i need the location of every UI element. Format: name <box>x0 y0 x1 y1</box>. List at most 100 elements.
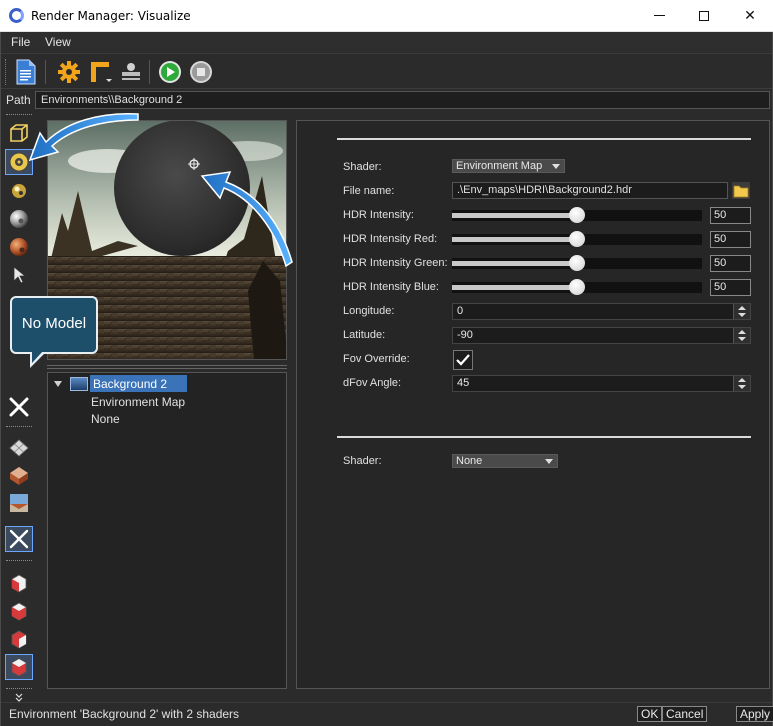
hdr-intensity-red-slider[interactable] <box>452 231 702 247</box>
view-cube-button-1[interactable] <box>5 570 33 596</box>
frame-icon <box>91 62 112 82</box>
environment-tree: Background 2 Environment Map None <box>47 372 287 689</box>
backdrop-button[interactable] <box>5 490 33 516</box>
longitude-spinbox[interactable]: 0 <box>452 303 751 320</box>
no-model-button[interactable] <box>5 394 33 420</box>
hdr-intensity-value[interactable]: 50 <box>710 207 751 224</box>
tree-expand-icon[interactable] <box>54 381 62 387</box>
latitude-spinbox[interactable]: -90 <box>452 327 751 344</box>
view-cube-button-3[interactable] <box>5 626 33 652</box>
hdr-intensity-blue-slider[interactable] <box>452 279 702 295</box>
spin-buttons[interactable] <box>733 328 750 343</box>
backdrop-icon <box>10 494 28 512</box>
spin-up-icon[interactable] <box>738 378 746 382</box>
slider-thumb[interactable] <box>569 255 585 271</box>
splitter-handle[interactable] <box>47 365 287 369</box>
slider-thumb[interactable] <box>569 207 585 223</box>
floor-tile-button[interactable] <box>5 462 33 488</box>
tree-item-none[interactable]: None <box>91 412 120 426</box>
spin-up-icon[interactable] <box>738 330 746 334</box>
grid-plane-icon <box>9 439 29 457</box>
slider-thumb[interactable] <box>569 231 585 247</box>
spin-buttons[interactable] <box>733 304 750 319</box>
slider-thumb[interactable] <box>569 279 585 295</box>
slider-fill <box>452 285 577 290</box>
spin-down-icon[interactable] <box>738 337 746 341</box>
apply-button[interactable]: Apply <box>736 706 773 722</box>
ok-button[interactable]: OK <box>637 706 663 722</box>
left-toolbar <box>1 114 39 704</box>
properties-panel: Shader: Environment Map File name: .\Env… <box>296 120 770 689</box>
play-icon <box>159 61 181 83</box>
close-button[interactable]: ✕ <box>727 0 773 31</box>
slider-fill <box>452 213 577 218</box>
hdr-intensity-red-label: HDR Intensity Red: <box>343 233 438 245</box>
path-field[interactable]: Environments\\Background 2 <box>35 91 770 109</box>
stop-icon <box>190 61 212 83</box>
title-bar: Render Manager: Visualize ✕ <box>0 0 773 32</box>
render-stamp-button[interactable] <box>117 58 145 86</box>
file-name-field[interactable]: .\Env_maps\HDRI\Background2.hdr <box>452 182 728 199</box>
cube-outline-icon <box>10 124 28 142</box>
hdr-intensity-green-value[interactable]: 50 <box>710 255 751 272</box>
hdr-intensity-green-label: HDR Intensity Green: <box>343 257 448 269</box>
fov-override-label: Fov Override: <box>343 353 410 365</box>
chrome-material-button[interactable] <box>5 206 33 232</box>
spin-down-icon[interactable] <box>738 385 746 389</box>
material-button[interactable] <box>5 178 33 204</box>
tree-item-environment-map[interactable]: Environment Map <box>91 395 185 409</box>
status-text: Environment 'Background 2' with 2 shader… <box>9 707 240 721</box>
browse-folder-button[interactable] <box>732 182 750 199</box>
menu-view[interactable]: View <box>45 35 71 49</box>
cancel-button[interactable]: Cancel <box>662 706 708 722</box>
hdr-intensity-label: HDR Intensity: <box>343 209 414 221</box>
frame-dropdown-button[interactable] <box>87 58 115 86</box>
toolbar-separator <box>6 114 32 116</box>
shader-dropdown[interactable]: Environment Map <box>452 159 565 173</box>
path-label: Path <box>6 93 31 107</box>
menu-file[interactable]: File <box>11 35 30 49</box>
toolbar-grip[interactable] <box>5 59 8 85</box>
stop-button[interactable] <box>187 58 215 86</box>
shader-label: Shader: <box>343 161 382 173</box>
grid-plane-button[interactable] <box>5 434 33 460</box>
background-thumbnail-icon <box>70 377 88 391</box>
app-logo-icon <box>9 8 24 23</box>
play-button[interactable] <box>156 58 184 86</box>
shader2-dropdown[interactable]: None <box>452 454 558 468</box>
floor-tile-icon <box>10 467 28 485</box>
spin-down-icon[interactable] <box>738 313 746 317</box>
select-pointer-button[interactable] <box>5 262 33 288</box>
chrome-ball-icon <box>10 210 28 228</box>
spin-up-icon[interactable] <box>738 306 746 310</box>
textured-material-button[interactable] <box>5 234 33 260</box>
new-document-button[interactable] <box>12 58 40 86</box>
chevron-down-icon <box>552 164 560 169</box>
geometry-mode-button[interactable] <box>5 120 33 146</box>
toolbar-separator <box>45 60 46 84</box>
spin-buttons[interactable] <box>733 376 750 391</box>
fov-override-checkbox[interactable] <box>453 350 473 370</box>
latitude-label: Latitude: <box>343 329 386 341</box>
hdr-intensity-slider[interactable] <box>452 207 702 223</box>
tree-item-background[interactable]: Background 2 <box>90 375 187 392</box>
latitude-value: -90 <box>457 329 473 341</box>
settings-button[interactable] <box>55 58 83 86</box>
environment-mode-button[interactable] <box>5 149 33 175</box>
dfov-angle-spinbox[interactable]: 45 <box>452 375 751 392</box>
section-divider <box>337 436 751 438</box>
none-x-icon <box>9 397 29 417</box>
maximize-button[interactable] <box>681 0 727 31</box>
hdr-intensity-red-value[interactable]: 50 <box>710 231 751 248</box>
slider-fill <box>452 237 577 242</box>
hdr-intensity-blue-value[interactable]: 50 <box>710 279 751 296</box>
no-backdrop-button[interactable] <box>5 526 33 552</box>
dfov-angle-label: dFov Angle: <box>343 377 402 389</box>
red-cube-icon <box>11 658 27 677</box>
view-cube-button-4[interactable] <box>5 654 33 680</box>
toolbar-separator <box>6 688 32 690</box>
minimize-button[interactable] <box>636 0 682 31</box>
toolbar-separator <box>6 426 32 428</box>
view-cube-button-2[interactable] <box>5 598 33 624</box>
hdr-intensity-green-slider[interactable] <box>452 255 702 271</box>
